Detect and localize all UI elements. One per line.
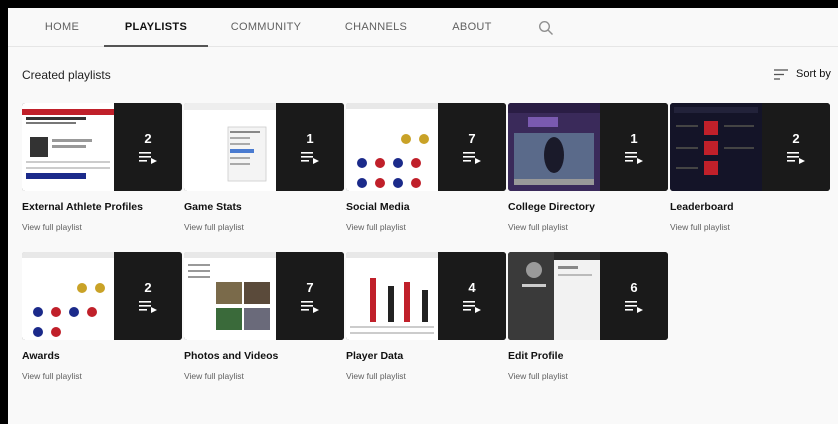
playlist-card[interactable]: 7 Photos and Videos View full playlist — [184, 252, 344, 381]
playlist-thumbnail[interactable]: 1 — [184, 103, 344, 191]
view-full-playlist-link[interactable]: View full playlist — [184, 222, 344, 232]
playlist-overlay: 2 — [762, 103, 830, 191]
playlist-thumbnail[interactable]: 4 — [346, 252, 506, 340]
playlist-card[interactable]: 7 Social Media View full playlist — [346, 103, 506, 232]
playlist-overlay: 7 — [276, 252, 344, 340]
playlist-card[interactable]: 2 Leaderboard View full playlist — [670, 103, 830, 232]
tab-channels[interactable]: CHANNELS — [338, 8, 414, 46]
sort-label: Sort by — [796, 68, 831, 80]
search-icon[interactable] — [538, 20, 554, 36]
playlist-overlay: 4 — [438, 252, 506, 340]
video-count: 2 — [792, 130, 800, 146]
video-count: 1 — [306, 130, 314, 146]
stats-table-thumbnail — [184, 103, 276, 191]
tab-about[interactable]: ABOUT — [444, 8, 500, 46]
sort-icon — [774, 68, 788, 80]
section-title: Created playlists — [22, 68, 111, 82]
playlist-card[interactable]: 2 External Athlete Profiles View full pl… — [22, 103, 182, 232]
badge-grid-thumbnail — [22, 252, 114, 340]
edit-profile-thumbnail — [508, 252, 600, 340]
playlist-thumbnail[interactable]: 1 — [508, 103, 668, 191]
sort-button[interactable]: Sort by — [774, 66, 831, 82]
playlist-icon — [787, 151, 805, 164]
playlist-thumbnail[interactable]: 2 — [670, 103, 830, 191]
video-count: 2 — [144, 279, 152, 295]
playlist-overlay: 1 — [600, 103, 668, 191]
playlist-icon — [625, 300, 643, 313]
photo-gallery-thumbnail — [184, 252, 276, 340]
playlist-icon — [139, 300, 157, 313]
view-full-playlist-link[interactable]: View full playlist — [508, 222, 668, 232]
badge-grid-thumbnail — [346, 103, 438, 191]
video-count: 1 — [630, 130, 638, 146]
playlist-card[interactable]: 2 Awards View full playlist — [22, 252, 182, 381]
playlist-title[interactable]: Game Stats — [184, 201, 344, 213]
channel-tabs: HOME PLAYLISTS COMMUNITY CHANNELS ABOUT — [8, 8, 838, 47]
channel-page: HOME PLAYLISTS COMMUNITY CHANNELS ABOUT … — [8, 8, 838, 424]
playlist-icon — [463, 151, 481, 164]
playlist-title[interactable]: Leaderboard — [670, 201, 830, 213]
video-count: 7 — [306, 279, 314, 295]
playlist-title[interactable]: External Athlete Profiles — [22, 201, 182, 213]
playlist-thumbnail[interactable]: 7 — [184, 252, 344, 340]
video-count: 6 — [630, 279, 638, 295]
video-count: 4 — [468, 279, 476, 295]
playlist-overlay: 1 — [276, 103, 344, 191]
playlist-title[interactable]: Edit Profile — [508, 350, 668, 362]
tab-home[interactable]: HOME — [34, 8, 90, 46]
view-full-playlist-link[interactable]: View full playlist — [346, 371, 506, 381]
playlist-title[interactable]: Photos and Videos — [184, 350, 344, 362]
tab-playlists[interactable]: PLAYLISTS — [104, 8, 208, 47]
playlist-thumbnail[interactable]: 2 — [22, 252, 182, 340]
playlist-thumbnail[interactable]: 2 — [22, 103, 182, 191]
view-full-playlist-link[interactable]: View full playlist — [670, 222, 830, 232]
playlist-card[interactable]: 4 Player Data View full playlist — [346, 252, 506, 381]
playlist-icon — [625, 151, 643, 164]
playlist-card[interactable]: 1 Game Stats View full playlist — [184, 103, 344, 232]
view-full-playlist-link[interactable]: View full playlist — [22, 371, 182, 381]
playlist-title[interactable]: Awards — [22, 350, 182, 362]
playlist-title[interactable]: College Directory — [508, 201, 668, 213]
playlist-title[interactable]: Social Media — [346, 201, 506, 213]
playlist-icon — [139, 151, 157, 164]
playlist-icon — [463, 300, 481, 313]
playlist-title[interactable]: Player Data — [346, 350, 506, 362]
playlist-icon — [301, 151, 319, 164]
playlist-card[interactable]: 6 Edit Profile View full playlist — [508, 252, 668, 381]
college-photo-thumbnail — [508, 103, 600, 191]
dark-leaderboard-thumbnail — [670, 103, 762, 191]
playlist-overlay: 7 — [438, 103, 506, 191]
playlist-overlay: 6 — [600, 252, 668, 340]
bar-data-thumbnail — [346, 252, 438, 340]
playlist-overlay: 2 — [114, 252, 182, 340]
view-full-playlist-link[interactable]: View full playlist — [22, 222, 182, 232]
profile-page-thumbnail — [22, 103, 114, 191]
playlist-thumbnail[interactable]: 6 — [508, 252, 668, 340]
playlist-icon — [301, 300, 319, 313]
view-full-playlist-link[interactable]: View full playlist — [184, 371, 344, 381]
video-count: 7 — [468, 130, 476, 146]
view-full-playlist-link[interactable]: View full playlist — [346, 222, 506, 232]
tab-community[interactable]: COMMUNITY — [224, 8, 308, 46]
playlist-overlay: 2 — [114, 103, 182, 191]
playlist-card[interactable]: 1 College Directory View full playlist — [508, 103, 668, 232]
video-count: 2 — [144, 130, 152, 146]
view-full-playlist-link[interactable]: View full playlist — [508, 371, 668, 381]
playlist-thumbnail[interactable]: 7 — [346, 103, 506, 191]
